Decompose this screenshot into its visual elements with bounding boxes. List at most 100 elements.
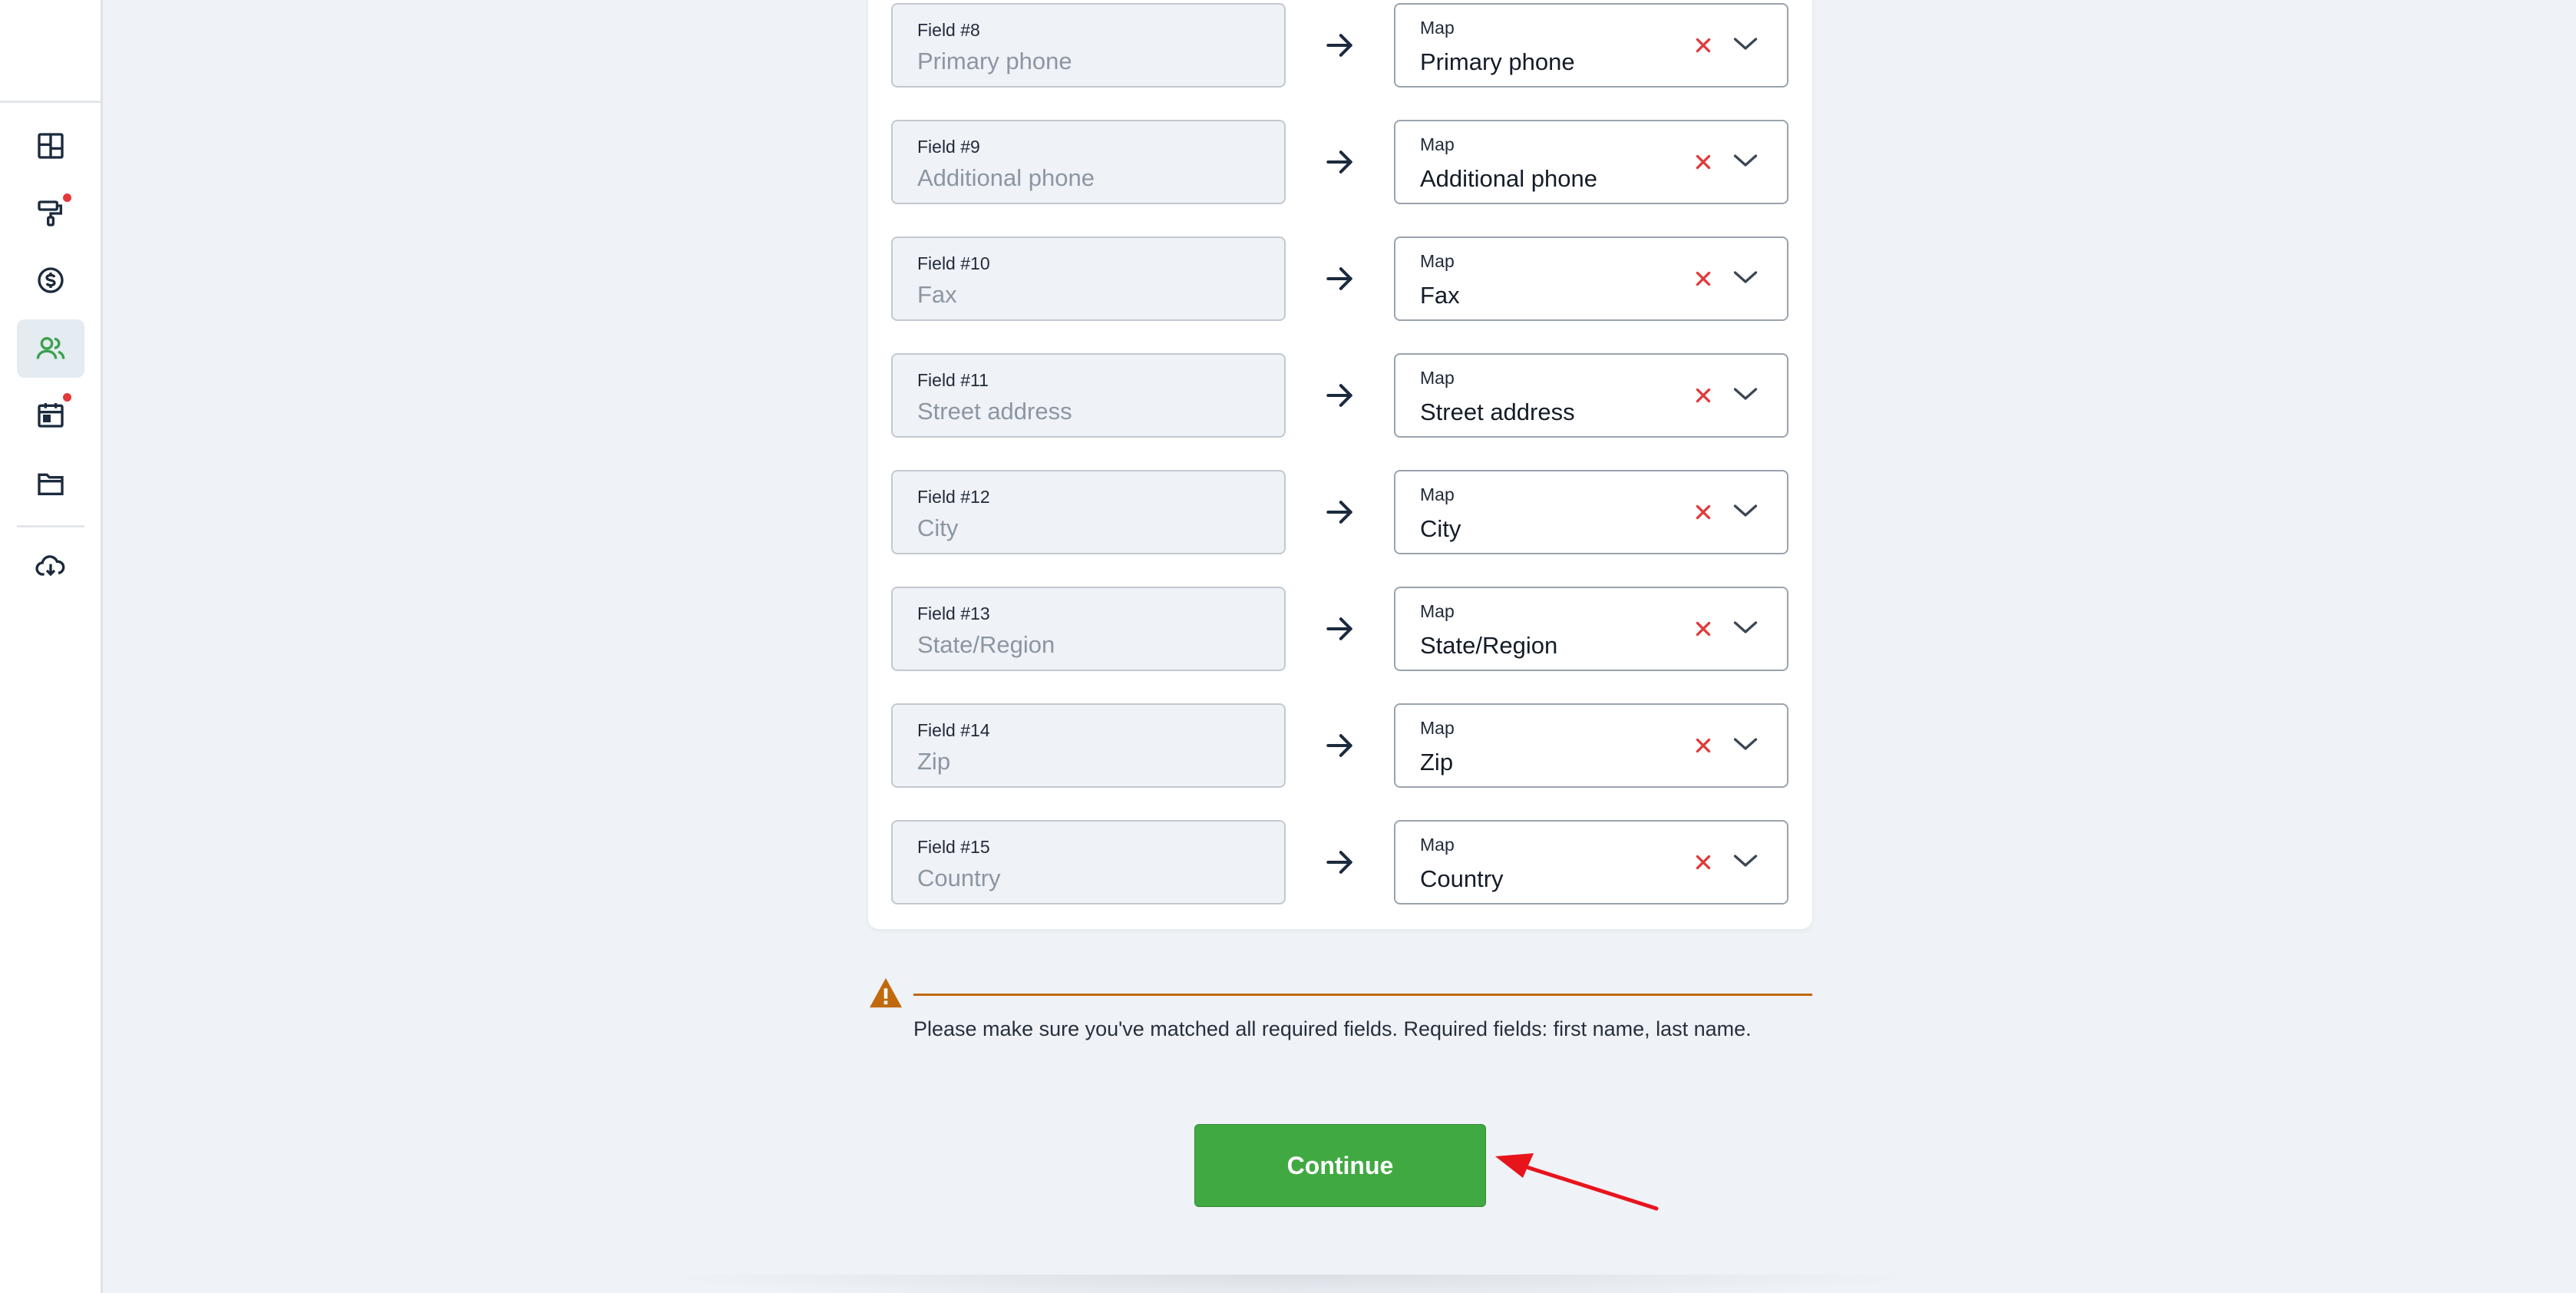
sidebar-item-contacts[interactable] [17,319,84,378]
map-value: Primary phone [1420,48,1575,75]
arrow-right-icon [1326,501,1352,524]
map-value: State/Region [1420,632,1558,659]
field-label: Field #8 [917,20,980,40]
source-field: Field #9 Additional phone [891,120,1286,204]
clear-icon[interactable] [1693,619,1713,639]
clear-icon[interactable] [1693,736,1713,756]
chevron-down-icon[interactable] [1732,266,1759,288]
sidebar [0,0,103,1293]
map-value: Additional phone [1420,165,1597,192]
mapping-row: Field #12 City Map City [868,470,1812,557]
annotation-arrow-icon [1495,1153,1659,1211]
mapping-row: Field #11 Street address Map Street addr… [868,353,1812,441]
map-value: Fax [1420,282,1460,309]
warning-divider [913,994,1812,996]
continue-button[interactable]: Continue [1194,1124,1486,1207]
field-label: Field #13 [917,604,990,623]
clear-icon[interactable] [1693,269,1713,289]
mapping-row: Field #14 Zip Map Zip [868,703,1812,791]
field-value: Primary phone [917,48,1072,74]
field-value: City [917,514,959,541]
sidebar-item-dashboard[interactable] [17,117,84,175]
map-select[interactable]: Map Additional phone [1394,120,1788,204]
map-label: Map [1420,18,1455,38]
sidebar-divider [17,525,84,527]
field-label: Field #12 [917,487,990,507]
notification-badge [61,192,73,203]
source-field: Field #12 City [891,470,1286,554]
field-value: Fax [917,281,957,308]
chevron-down-icon[interactable] [1732,33,1759,55]
map-label: Map [1420,718,1455,738]
map-select[interactable]: Map Street address [1394,353,1788,438]
map-label: Map [1420,251,1455,271]
map-label: Map [1420,484,1455,504]
sidebar-divider [0,101,101,103]
chevron-down-icon[interactable] [1732,733,1759,755]
map-label: Map [1420,368,1455,388]
page-shadow [660,1275,1919,1293]
sidebar-item-import[interactable] [17,537,84,596]
clear-icon[interactable] [1693,852,1713,872]
field-mapping-card: Field #8 Primary phone Map Primary phone… [868,0,1812,929]
calendar-icon [38,403,64,428]
map-value: Street address [1420,398,1575,425]
map-value: City [1420,515,1461,542]
chevron-down-icon[interactable] [1732,500,1759,521]
source-field: Field #8 Primary phone [891,3,1286,88]
dashboard-icon [38,133,64,159]
sidebar-item-files[interactable] [17,455,84,513]
page: Field #8 Primary phone Map Primary phone… [0,0,2576,1293]
map-value: Country [1420,865,1504,892]
dollar-icon [38,267,64,293]
map-value: Zip [1420,749,1454,775]
sidebar-item-jobs[interactable] [17,184,84,243]
mapping-row: Field #13 State/Region Map State/Region [868,587,1812,674]
arrow-right-icon [1326,150,1352,174]
source-field: Field #14 Zip [891,703,1286,788]
field-label: Field #14 [917,720,990,740]
field-value: Zip [917,748,951,775]
required-fields-warning: Please make sure you've matched all requ… [913,1017,1752,1040]
source-field: Field #11 Street address [891,353,1286,438]
map-label: Map [1420,134,1455,154]
sidebar-item-billing[interactable] [17,251,84,309]
clear-icon[interactable] [1693,152,1713,172]
arrow-right-icon [1326,734,1352,757]
chevron-down-icon[interactable] [1732,150,1759,171]
clear-icon[interactable] [1693,502,1713,522]
cloud-download-icon [35,555,65,577]
mapping-row: Field #10 Fax Map Fax [868,236,1812,324]
map-label: Map [1420,835,1455,855]
map-label: Map [1420,601,1455,621]
map-select[interactable]: Map Fax [1394,236,1788,321]
arrow-right-icon [1326,617,1352,640]
map-select[interactable]: Map City [1394,470,1788,554]
map-select[interactable]: Map Primary phone [1394,3,1788,88]
arrow-right-icon [1326,851,1352,874]
mapping-row: Field #8 Primary phone Map Primary phone [868,3,1812,91]
chevron-down-icon[interactable] [1732,617,1759,638]
paint-roller-icon [38,200,62,227]
users-icon [36,337,65,359]
field-label: Field #15 [917,837,990,857]
field-value: State/Region [917,631,1055,658]
arrow-right-icon [1326,384,1352,407]
map-select[interactable]: Map Country [1394,820,1788,904]
map-select[interactable]: Map State/Region [1394,587,1788,671]
chevron-down-icon[interactable] [1732,850,1759,871]
clear-icon[interactable] [1693,385,1713,405]
notification-badge [61,392,73,403]
map-select[interactable]: Map Zip [1394,703,1788,788]
chevron-down-icon[interactable] [1732,383,1759,405]
source-field: Field #13 State/Region [891,587,1286,671]
clear-icon[interactable] [1693,35,1713,55]
field-value: Street address [917,398,1072,425]
field-label: Field #10 [917,253,990,273]
field-label: Field #9 [917,137,980,157]
field-value: Country [917,865,1001,891]
folder-icon [38,473,64,495]
field-label: Field #11 [917,370,989,390]
sidebar-item-calendar[interactable] [17,385,84,444]
source-field: Field #10 Fax [891,236,1286,321]
